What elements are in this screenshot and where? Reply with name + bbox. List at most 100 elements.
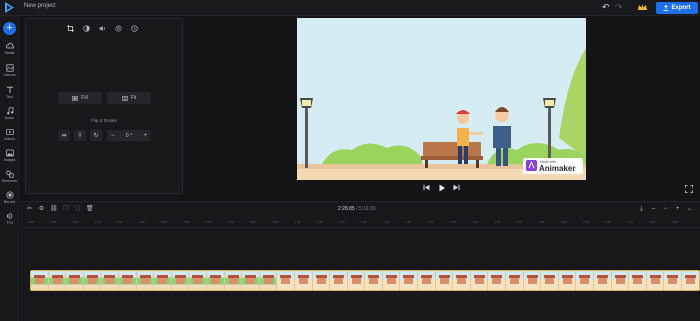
sidebar-item-record[interactable]: Record — [0, 191, 19, 204]
sidebar-item-text[interactable]: Text — [0, 86, 19, 99]
ruler-tick: 1:10 — [338, 220, 345, 224]
minus-icon[interactable]: − — [111, 133, 115, 139]
sidebar-item-label: Record — [3, 200, 16, 204]
sidebar-item-videos[interactable]: Videos — [0, 128, 19, 141]
clip-thumbnail — [435, 271, 454, 290]
clip-thumbnail — [136, 271, 155, 290]
tab-animation[interactable] — [114, 24, 123, 33]
clip-thumbnail — [646, 271, 665, 290]
clip-thumbnail — [206, 271, 225, 290]
tab-timing[interactable] — [130, 24, 139, 33]
flip-horizontal-icon: ⇹ — [61, 133, 67, 139]
zoom-in-icon[interactable]: + — [674, 206, 681, 213]
clip-thumbnail — [154, 271, 172, 290]
sidebar-item-elements[interactable]: Elements — [0, 170, 19, 183]
canvas-icon — [5, 64, 14, 72]
ruler-tick: 1:55 — [538, 220, 545, 224]
ruler-tick: 0:30 — [161, 220, 168, 224]
crown-icon[interactable] — [637, 2, 648, 13]
sidebar-item-images[interactable]: Images — [0, 149, 19, 162]
clip-thumbnail — [488, 271, 507, 290]
ruler-tick: 0:45 — [227, 220, 234, 224]
properties-tabs — [66, 24, 139, 33]
clip-thumbnail — [347, 271, 366, 290]
skip-back-icon[interactable] — [423, 184, 430, 191]
canvas-preview[interactable]: Made with Animaker — [297, 18, 586, 180]
sidebar-item-label: Text — [6, 95, 13, 99]
watermark-brand-text: Animaker — [539, 164, 576, 173]
ruler-tick: 0:55 — [272, 220, 279, 224]
project-title[interactable]: New project — [24, 3, 56, 9]
animation-icon — [115, 25, 122, 32]
scissors-icon[interactable]: ✂ — [26, 206, 33, 213]
fullscreen-icon[interactable] — [685, 185, 693, 193]
ruler-tick: 1:50 — [516, 220, 523, 224]
top-bar: New project ↶ ↷ Export — [0, 0, 700, 16]
sidebar-item-label: Audio — [4, 116, 15, 120]
play-icon[interactable] — [438, 184, 446, 192]
ruler-tick: 1:35 — [449, 220, 456, 224]
add-button[interactable]: + — [3, 22, 16, 35]
collapse-icon[interactable]: ⤓ — [638, 206, 645, 213]
clip-thumbnail — [189, 271, 207, 290]
redo-icon[interactable]: ↷ — [615, 3, 623, 12]
text-icon — [6, 86, 13, 93]
zoom-out-icon[interactable]: − — [662, 206, 669, 213]
sidebar-item-media[interactable]: Media — [0, 42, 19, 55]
tab-volume[interactable] — [98, 24, 107, 33]
clip-thumbnail — [365, 271, 383, 290]
export-label: Export — [671, 5, 691, 11]
time-separator: / — [356, 206, 358, 212]
clip-thumbnail — [558, 271, 577, 290]
flip-vertical-button[interactable]: ⇳ — [74, 130, 86, 141]
flip-horizontal-button[interactable]: ⇹ — [58, 130, 70, 141]
ruler-tick: 2:05 — [583, 220, 589, 224]
tts-icon — [6, 212, 12, 220]
timeline-ruler[interactable]: 0:00 0:05 0:10 0:15 0:20 0:25 0:30 0:35 0:40 0:45… — [20, 218, 700, 228]
app-logo-icon[interactable] — [3, 1, 16, 14]
fill-icon — [72, 95, 79, 101]
fit-button[interactable]: Fit — [107, 92, 151, 104]
tab-crop[interactable] — [66, 24, 75, 33]
timecode: 2:28.85 / 5:19.30 — [338, 206, 376, 212]
ruler-tick: 2:10 — [605, 220, 612, 224]
plus-icon[interactable]: + — [143, 133, 147, 139]
clip-thumbnail — [118, 271, 137, 290]
image-icon — [5, 149, 14, 157]
rotation-value[interactable]: 0 ° — [126, 133, 132, 139]
clip-thumbnail — [611, 271, 630, 290]
ruler-tick: 1:15 — [361, 220, 367, 224]
settings-icon[interactable]: ⚙ — [38, 206, 45, 213]
fit-timeline-icon[interactable]: ↔ — [686, 206, 693, 213]
split-icon[interactable]: ⇔ — [650, 206, 657, 213]
paste-icon[interactable]: ❏ — [74, 206, 81, 213]
link-icon[interactable]: ⛓ — [50, 206, 58, 213]
properties-panel: Fill Fit Flip & Rotate ⇹ ⇳ ↻ − 0 ° + — [25, 18, 183, 194]
ruler-tick: 2:20 — [649, 220, 656, 224]
rotation-stepper[interactable]: − 0 ° + — [107, 130, 151, 141]
undo-icon[interactable]: ↶ — [602, 3, 610, 12]
skip-forward-icon[interactable] — [453, 184, 460, 191]
sidebar-item-tts[interactable]: TTS — [0, 212, 19, 225]
ruler-tick: 1:05 — [316, 220, 323, 224]
copy-icon[interactable]: ❐ — [62, 206, 69, 213]
ruler-tick: 1:45 — [494, 220, 501, 224]
video-track-clip[interactable] — [30, 270, 700, 291]
sidebar-item-canvas[interactable]: Canvas — [0, 64, 19, 77]
ruler-tick: 0:25 — [139, 220, 145, 224]
ruler-tick: 1:25 — [405, 220, 412, 224]
clip-thumbnail — [400, 271, 419, 290]
export-button[interactable]: Export — [656, 2, 698, 14]
editor-app: New project ↶ ↷ Export + Media Canvas Te… — [0, 0, 700, 321]
sidebar-item-audio[interactable]: Audio — [0, 107, 19, 120]
rotate-button[interactable]: ↻ — [90, 130, 102, 141]
record-icon — [5, 191, 14, 199]
trash-icon[interactable]: 🗑 — [86, 206, 94, 213]
ruler-tick: 1:00 — [294, 220, 301, 224]
fill-button[interactable]: Fill — [58, 92, 102, 104]
clip-thumbnail — [242, 271, 260, 290]
ruler-tick: 0:20 — [116, 220, 123, 224]
clip-thumbnail — [382, 271, 401, 290]
tab-adjust[interactable] — [82, 24, 91, 33]
fill-label: Fill — [81, 95, 88, 101]
